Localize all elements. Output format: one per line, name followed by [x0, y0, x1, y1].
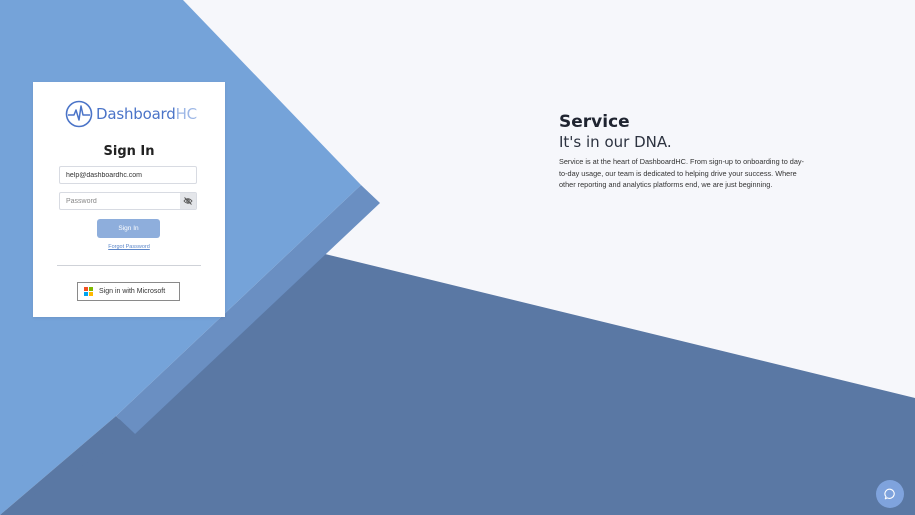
hero-subtitle: It's in our DNA.: [559, 133, 672, 151]
chat-launcher-button[interactable]: [876, 480, 904, 508]
logo-brand: Dashboard: [96, 105, 176, 123]
logo-brand-suffix: HC: [175, 105, 198, 123]
hero-title: Service: [559, 112, 630, 132]
email-input[interactable]: [60, 167, 196, 183]
hero-body: Service is at the heart of DashboardHC. …: [559, 157, 804, 189]
hero-text-block: Service It's in our DNA. Service is at t…: [559, 112, 814, 191]
eye-slash-icon: [183, 197, 193, 205]
toggle-password-visibility-button[interactable]: [180, 193, 196, 209]
sign-in-card: DashboardHC Sign In Sign In Forgot Passw…: [33, 82, 225, 317]
email-field[interactable]: [59, 166, 197, 184]
password-field[interactable]: [59, 192, 197, 210]
sign-in-button[interactable]: Sign In: [97, 219, 160, 238]
dashboardhc-logo: DashboardHC: [65, 99, 197, 129]
password-input[interactable]: [60, 193, 182, 209]
microsoft-button-label: Sign in with Microsoft: [99, 288, 166, 295]
microsoft-logo-icon: [84, 287, 93, 296]
sign-in-title: Sign In: [103, 144, 155, 159]
forgot-password-link[interactable]: Forgot Password: [33, 244, 225, 250]
heartbeat-circle-icon: [65, 100, 93, 128]
chat-bubble-icon: [884, 488, 895, 500]
logo-wordmark: DashboardHC: [96, 105, 197, 123]
sign-in-with-microsoft-button[interactable]: Sign in with Microsoft: [77, 282, 180, 301]
divider: [57, 265, 201, 266]
